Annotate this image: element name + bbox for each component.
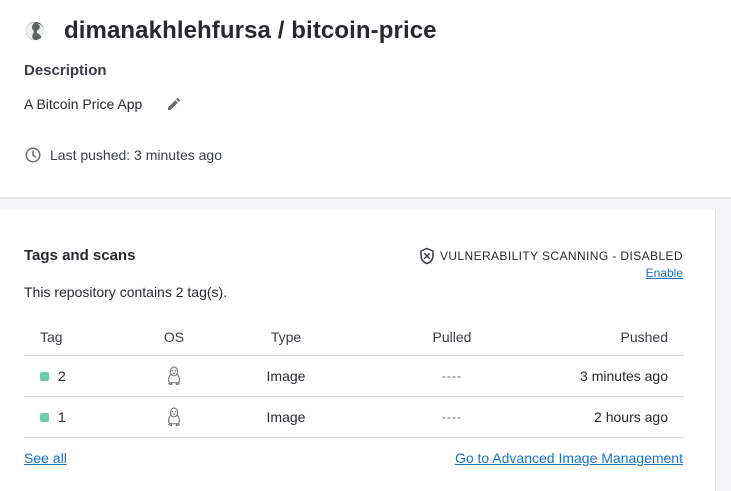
tag-status-dot [40,371,49,381]
column-header-pulled: Pulled [432,328,472,345]
description-row: A Bitcoin Price App [24,94,182,114]
repository-title: dimanakhlehfursa / bitcoin-price [64,17,437,44]
os-cell [162,356,186,396]
pulled-cell: ---- [442,369,462,383]
tag-status-dot [40,412,49,422]
globe-icon [25,21,45,41]
pencil-icon[interactable] [166,96,182,112]
pulled-cell: ---- [442,410,462,424]
last-pushed-text: Last pushed: 3 minutes ago [50,147,223,163]
linux-tux-icon [168,407,180,427]
see-all-link[interactable]: See all [24,450,67,466]
os-cell [162,397,186,437]
clock-icon [25,147,41,163]
repository-title-row: dimanakhlehfursa / bitcoin-price [24,16,437,46]
description-heading: Description [24,62,107,79]
tag-cell[interactable]: 1 [40,397,66,437]
column-header-pushed: Pushed [620,328,668,345]
tags-section-title: Tags and scans [24,247,136,264]
tag-name[interactable]: 2 [58,368,66,384]
linux-tux-icon [168,366,180,386]
enable-scanning-link[interactable]: Enable [646,266,683,280]
vulnerability-scanning-status: VULNERABILITY SCANNING - DISABLED [418,246,683,266]
advanced-image-management-link[interactable]: Go to Advanced Image Management [455,450,683,466]
pushed-cell: 2 hours ago [594,409,668,425]
description-text: A Bitcoin Price App [24,96,143,112]
column-header-type: Type [270,328,302,345]
table-row: 2 Image ---- 3 minutes ago [24,356,684,397]
column-header-tag: Tag [40,328,63,345]
type-cell: Image [266,368,306,384]
type-cell: Image [266,409,306,425]
tag-count-text: This repository contains 2 tag(s). [24,284,228,300]
table-header-row: Tag OS Type Pulled Pushed [24,318,684,356]
repository-header: dimanakhlehfursa / bitcoin-price Descrip… [0,0,731,197]
tag-cell[interactable]: 2 [40,356,66,396]
table-row: 1 Image ---- 2 hours ago [24,397,684,438]
tag-name[interactable]: 1 [58,409,66,425]
tags-table: Tag OS Type Pulled Pushed 2 Image ---- 3… [24,318,684,438]
vulnerability-scanning-label: VULNERABILITY SCANNING - DISABLED [439,249,683,263]
pushed-cell: 3 minutes ago [580,368,668,384]
last-pushed-row: Last pushed: 3 minutes ago [24,145,222,165]
shield-x-icon [420,247,434,265]
column-header-os: OS [163,328,185,345]
tags-and-scans-card: Tags and scans VULNERABILITY SCANNING - … [0,210,716,491]
